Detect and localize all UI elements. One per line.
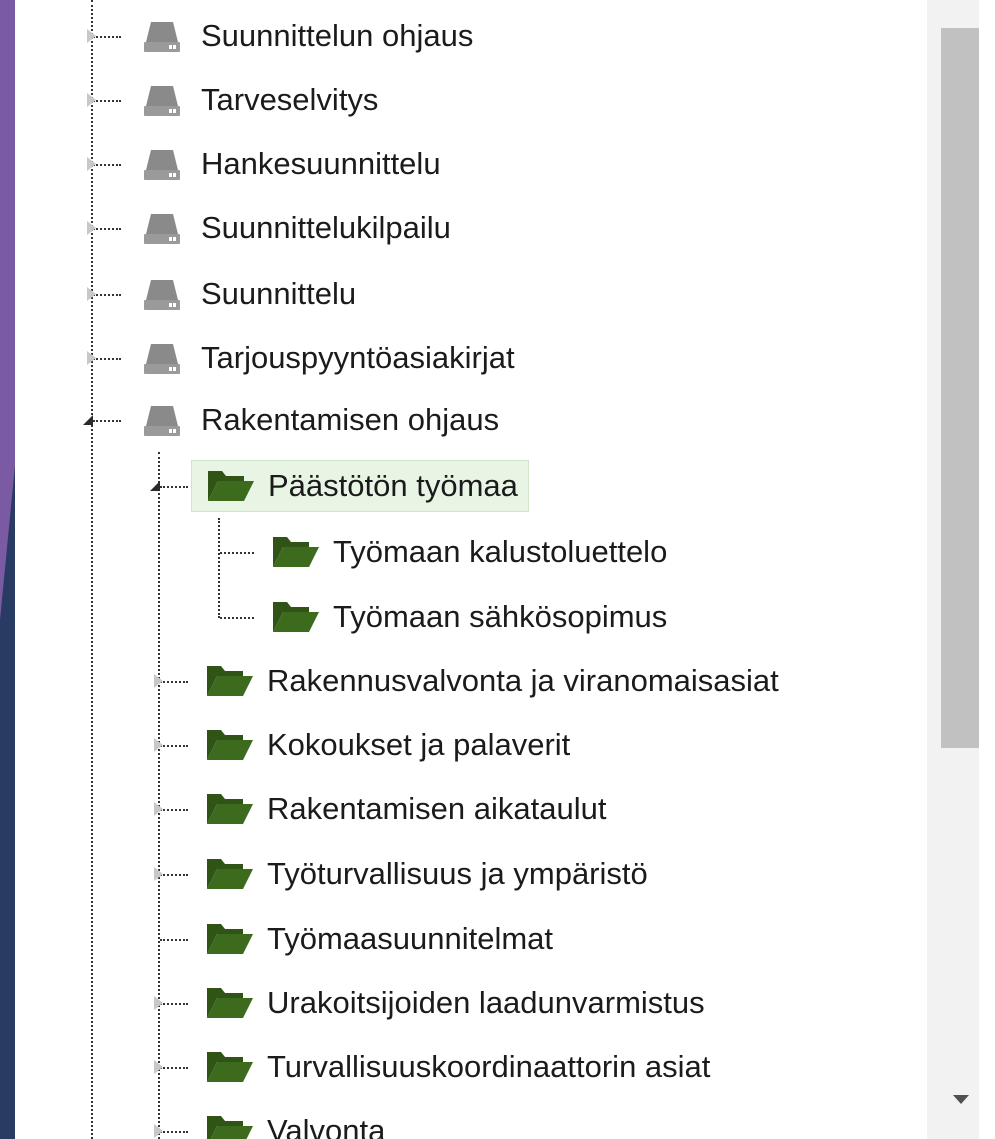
tree-node-label: Turvallisuuskoordinaattorin asiat [267,1049,711,1084]
drive-icon [141,80,189,120]
tree-node-label: Rakentamisen ohjaus [201,402,500,437]
tree-node-suunnittelun-ohjaus[interactable]: Suunnittelun ohjaus [141,4,473,68]
tree-node-label: Rakennusvalvonta ja viranomaisasiat [267,663,779,698]
tree-node-hankesuunnittelu[interactable]: Hankesuunnittelu [141,132,441,196]
tree-node-rakentamisen-ohjaus[interactable]: Rakentamisen ohjaus [141,388,499,452]
folder-open-icon [203,1112,255,1139]
tree-node-rakennusvalvonta[interactable]: Rakennusvalvonta ja viranomaisasiat [203,649,779,713]
tree-panel: Suunnittelun ohjaus Tarveselvitys Hankes… [15,0,995,1139]
tree-node-label: Päästötön työmaa [268,468,518,503]
expander-icon[interactable] [154,1124,163,1138]
expander-icon[interactable] [154,996,163,1010]
drive-icon [141,144,189,184]
tree-node-turvallisuuskoordinaattori[interactable]: Turvallisuuskoordinaattorin asiat [203,1035,710,1099]
tree-node-suunnittelu[interactable]: Suunnittelu [141,262,356,326]
expander-icon[interactable] [87,157,96,171]
folder-open-icon [203,855,255,893]
tree-node-label: Rakentamisen aikataulut [267,791,607,826]
tree-node-label: Suunnittelukilpailu [201,210,451,245]
tree-node-label: Tarveselvitys [201,82,379,117]
expander-icon[interactable] [83,415,93,425]
folder-open-icon [204,467,256,505]
folder-tree: Suunnittelun ohjaus Tarveselvitys Hankes… [15,0,925,1139]
tree-node-label: Valvonta [267,1113,386,1139]
tree-node-tarveselvitys[interactable]: Tarveselvitys [141,68,378,132]
folder-open-icon [203,920,255,958]
tree-node-tarjouspyyntoasiakirjat[interactable]: Tarjouspyyntöasiakirjat [141,326,515,390]
tree-node-valvonta[interactable]: Valvonta [203,1099,385,1139]
drive-icon [141,208,189,248]
tree-node-label: Hankesuunnittelu [201,146,441,181]
tree-node-label: Kokoukset ja palaverit [267,727,571,762]
tree-node-suunnittelukilpailu[interactable]: Suunnittelukilpailu [141,196,451,260]
folder-open-icon [269,533,321,571]
expander-icon[interactable] [87,93,96,107]
tree-node-label: Urakoitsijoiden laadunvarmistus [267,985,705,1020]
expander-icon[interactable] [87,29,96,43]
expander-icon[interactable] [87,287,96,301]
tree-node-tyomaan-kalustoluettelo[interactable]: Työmaan kalustoluettelo [269,520,667,584]
tree-node-label: Työmaasuunnitelmat [267,921,554,956]
tree-line-grandchild [218,518,220,618]
folder-open-icon [203,790,255,828]
folder-open-icon [203,984,255,1022]
tree-node-label: Työmaan kalustoluettelo [333,534,668,569]
tree-node-paastoton-tyomaa[interactable]: Päästötön työmaa [191,454,529,518]
tree-node-label: Suunnittelun ohjaus [201,18,474,53]
expander-icon[interactable] [87,351,96,365]
folder-open-icon [269,598,321,636]
selected-highlight: Päästötön työmaa [191,460,529,512]
tree-line-child [158,452,160,1139]
tree-node-rakentamisen-aikataulut[interactable]: Rakentamisen aikataulut [203,777,606,841]
tree-node-label: Työmaan sähkösopimus [333,599,668,634]
expander-icon[interactable] [87,221,96,235]
expander-icon[interactable] [154,1060,163,1074]
tree-node-label: Suunnittelu [201,276,357,311]
tree-node-tyoturvallisuus[interactable]: Työturvallisuus ja ympäristö [203,842,648,906]
tree-node-urakoitsijoiden-laadunvarmistus[interactable]: Urakoitsijoiden laadunvarmistus [203,971,705,1035]
drive-icon [141,338,189,378]
tree-node-tyomaan-sahkosopimus[interactable]: Työmaan sähkösopimus [269,585,667,649]
scrollbar-thumb[interactable] [941,28,979,748]
drive-icon [141,400,189,440]
drive-icon [141,16,189,56]
folder-open-icon [203,726,255,764]
expander-icon[interactable] [154,674,163,688]
folder-open-icon [203,1048,255,1086]
tree-node-label: Tarjouspyyntöasiakirjat [201,340,515,375]
expander-icon[interactable] [150,481,160,491]
scroll-down-arrow-icon[interactable] [953,1095,969,1104]
folder-open-icon [203,662,255,700]
tree-node-kokoukset[interactable]: Kokoukset ja palaverit [203,713,570,777]
drive-icon [141,274,189,314]
expander-icon[interactable] [154,802,163,816]
expander-icon[interactable] [154,867,163,881]
tree-node-tyomaasuunnitelmat[interactable]: Työmaasuunnitelmat [203,907,553,971]
expander-icon[interactable] [154,738,163,752]
tree-node-label: Työturvallisuus ja ympäristö [267,856,648,891]
